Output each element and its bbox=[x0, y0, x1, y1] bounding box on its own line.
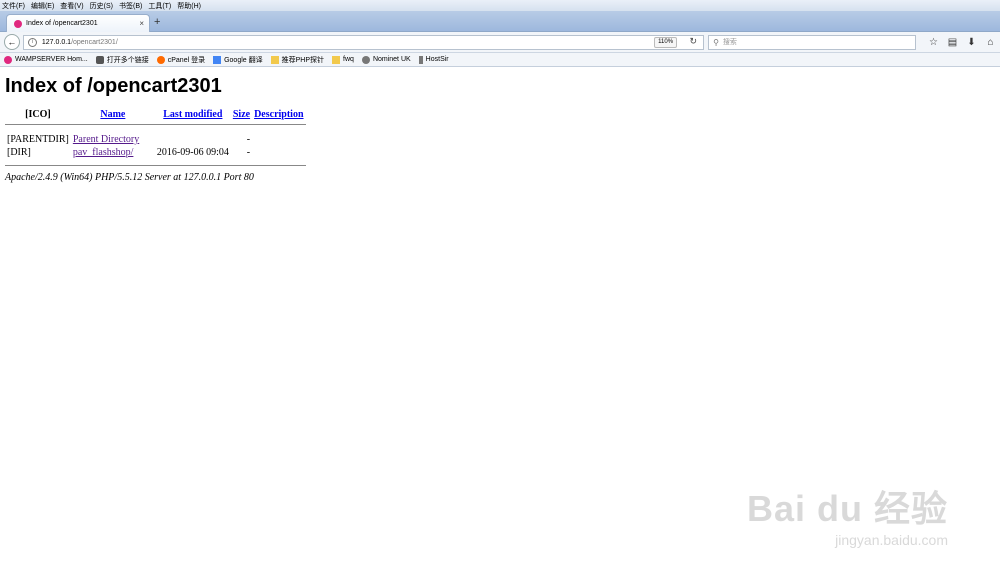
bookmark-item[interactable]: HostSir bbox=[418, 55, 449, 64]
url-bar[interactable]: i 127.0.0.1/opencart2301/ 110% ↻ bbox=[22, 34, 705, 50]
column-name: Name bbox=[71, 108, 155, 121]
tab-title: Index of /opencart2301 bbox=[26, 20, 98, 27]
pin-icon bbox=[418, 55, 423, 64]
column-description: Description bbox=[252, 108, 305, 121]
watermark-url: jingyan.baidu.com bbox=[835, 532, 948, 548]
bookmark-item[interactable]: fwq bbox=[332, 55, 354, 64]
clipboard-icon[interactable]: ▤ bbox=[943, 37, 962, 48]
sort-size-link[interactable]: Size bbox=[233, 109, 250, 120]
sort-name-link[interactable]: Name bbox=[100, 109, 125, 120]
menu-bar: 文件(F) 编辑(E) 查看(V) 历史(S) 书签(B) 工具(T) 帮助(H… bbox=[0, 0, 1000, 11]
menu-tools[interactable]: 工具(T) bbox=[148, 1, 171, 11]
row-modified: 2016-09-06 09:04 bbox=[156, 147, 229, 158]
wamp-favicon-icon bbox=[14, 19, 22, 28]
pav-flashshop-link[interactable]: pav_flashshop/ bbox=[73, 147, 134, 158]
cpanel-icon bbox=[156, 55, 165, 64]
row-icon: [PARENTDIR] bbox=[7, 134, 69, 145]
bookmarks-bar: WAMPSERVER Hom... 打开多个链接 cPanel 登录 Googl… bbox=[0, 53, 1000, 67]
bookmark-item[interactable]: WAMPSERVER Hom... bbox=[4, 55, 88, 64]
table-row: [DIR] pav_flashshop/ 2016-09-06 09:04 - bbox=[5, 146, 306, 159]
download-arrow-icon[interactable]: ⬇ bbox=[962, 37, 981, 48]
row-icon: [DIR] bbox=[7, 147, 31, 158]
bookmark-item[interactable]: cPanel 登录 bbox=[156, 55, 205, 65]
search-input[interactable]: ⚲ 搜索 bbox=[708, 34, 916, 50]
table-header-row: [ICO] Name Last modified Size Descriptio… bbox=[5, 108, 306, 121]
tab-close-icon[interactable]: × bbox=[139, 19, 144, 28]
url-host: 127.0.0.1 bbox=[41, 38, 72, 46]
zoom-indicator[interactable]: 110% bbox=[654, 36, 678, 48]
new-tab-icon[interactable]: + bbox=[154, 16, 160, 28]
bookmark-item[interactable]: 推荐PHP探针 bbox=[270, 55, 324, 65]
menu-history[interactable]: 历史(S) bbox=[90, 1, 113, 11]
bookmark-item[interactable]: Google 翻译 bbox=[213, 55, 263, 65]
divider bbox=[5, 124, 306, 125]
url-path: /opencart2301/ bbox=[71, 38, 118, 46]
search-placeholder: 搜索 bbox=[722, 39, 737, 46]
baidu-watermark: Bai du 经验 jingyan.baidu.com bbox=[747, 480, 948, 548]
google-translate-icon bbox=[213, 55, 222, 64]
search-icon: ⚲ bbox=[713, 37, 719, 47]
menu-view[interactable]: 查看(V) bbox=[60, 1, 83, 11]
column-ico: [ICO] bbox=[25, 109, 51, 120]
reload-icon[interactable]: ↻ bbox=[690, 36, 698, 47]
page-title: Index of /opencart2301 bbox=[5, 75, 222, 97]
back-arrow-icon[interactable]: ← bbox=[4, 34, 20, 50]
wamp-icon bbox=[4, 55, 12, 64]
divider bbox=[5, 165, 306, 166]
directory-listing: [ICO] Name Last modified Size Descriptio… bbox=[5, 108, 306, 166]
page-content: Index of /opencart2301 [ICO] Name Last m… bbox=[0, 67, 1000, 187]
tab-bar: Index of /opencart2301 × + bbox=[0, 11, 1000, 32]
toolbar-icons: ☆ ▤ ⬇ ⌂ bbox=[924, 37, 1000, 48]
row-size: - bbox=[246, 134, 251, 145]
sort-description-link[interactable]: Description bbox=[254, 109, 303, 120]
menu-bookmarks[interactable]: 书签(B) bbox=[119, 1, 142, 11]
watermark-brand: Bai du 经验 bbox=[746, 488, 948, 529]
bookmark-star-icon[interactable]: ☆ bbox=[924, 37, 943, 48]
column-modified: Last modified bbox=[155, 108, 231, 121]
menu-file[interactable]: 文件(F) bbox=[2, 1, 25, 11]
link-icon bbox=[95, 55, 104, 64]
column-size: Size bbox=[231, 108, 252, 121]
row-modified bbox=[155, 133, 231, 146]
table-row: [PARENTDIR] Parent Directory - bbox=[5, 133, 306, 146]
row-size: - bbox=[246, 147, 251, 158]
menu-edit[interactable]: 编辑(E) bbox=[31, 1, 54, 11]
folder-icon bbox=[270, 55, 279, 64]
bookmark-item[interactable]: Nominet UK bbox=[361, 55, 411, 64]
menu-help[interactable]: 帮助(H) bbox=[177, 1, 201, 11]
info-icon[interactable]: i bbox=[27, 37, 37, 47]
nav-bar: ← i 127.0.0.1/opencart2301/ 110% ↻ ⚲ 搜索 … bbox=[0, 32, 1000, 53]
folder-icon bbox=[332, 55, 341, 64]
bookmark-item[interactable]: 打开多个链接 bbox=[95, 55, 149, 65]
sort-modified-link[interactable]: Last modified bbox=[163, 109, 222, 120]
home-icon[interactable]: ⌂ bbox=[981, 37, 1000, 48]
parent-directory-link[interactable]: Parent Directory bbox=[73, 134, 139, 145]
tab-active[interactable]: Index of /opencart2301 × bbox=[6, 14, 150, 32]
globe-icon bbox=[361, 55, 370, 64]
server-signature: Apache/2.4.9 (Win64) PHP/5.5.12 Server a… bbox=[5, 172, 254, 183]
